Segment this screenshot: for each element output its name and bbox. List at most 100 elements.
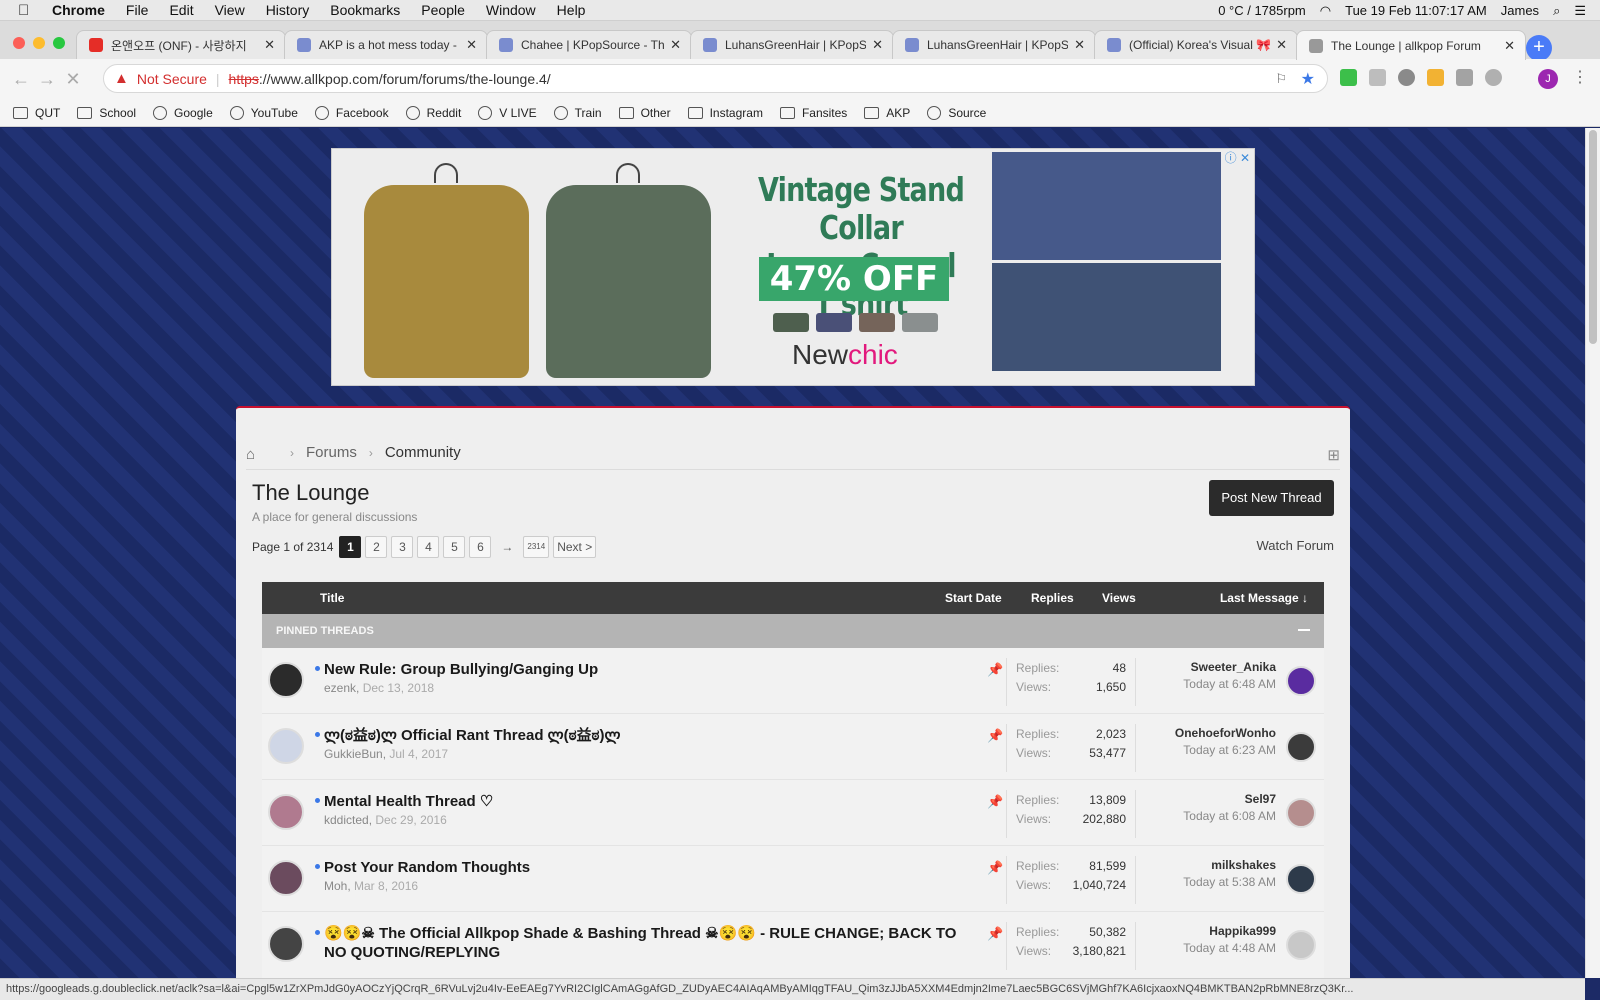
new-tab-button[interactable]: + [1526, 35, 1552, 61]
page-number[interactable]: 5 [443, 536, 466, 558]
last-message-time[interactable]: Today at 5:38 AM [1183, 875, 1276, 889]
last-poster-avatar[interactable] [1286, 798, 1316, 828]
column-replies[interactable]: Replies [1031, 591, 1074, 605]
bookmark-item[interactable]: Source [927, 105, 986, 120]
notification-center-icon[interactable]: ☰ [1574, 3, 1586, 19]
spotlight-icon[interactable]: ⌕ [1553, 3, 1560, 19]
thread-date[interactable]: Dec 29, 2016 [375, 813, 446, 827]
bookmark-item[interactable]: Reddit [405, 105, 461, 120]
menu-edit[interactable]: Edit [169, 2, 193, 18]
extension-green-icon[interactable] [1340, 69, 1357, 86]
column-last-message[interactable]: Last Message ↓ [1220, 591, 1308, 605]
user-name[interactable]: James [1501, 3, 1539, 18]
thread-date[interactable]: Dec 13, 2018 [363, 681, 434, 695]
sitemap-icon[interactable]: ⊞ [1327, 446, 1340, 464]
last-message-user[interactable]: Sel97 [1183, 792, 1276, 806]
forward-icon[interactable]: → [34, 69, 60, 90]
close-window-button[interactable] [13, 37, 25, 49]
close-tab-icon[interactable]: ✕ [1074, 37, 1085, 53]
extension-puzzle-icon[interactable] [1369, 69, 1386, 86]
close-tab-icon[interactable]: ✕ [872, 37, 883, 53]
bookmark-item[interactable]: YouTube [229, 105, 298, 120]
bookmark-item[interactable]: QUT [13, 106, 60, 120]
thread-author[interactable]: Moh [324, 879, 347, 893]
page-number[interactable]: 3 [391, 536, 414, 558]
breadcrumb-community[interactable]: Community [385, 444, 461, 461]
menu-people[interactable]: People [421, 2, 465, 18]
address-bar[interactable]: ▲ Not Secure | https ://www.allkpop.com/… [103, 64, 1328, 93]
thread-row[interactable]: ლ(ಠ益ಠ)ლ Official Rant Thread ლ(ಠ益ಠ)ლ Gukk… [262, 714, 1324, 780]
close-tab-icon[interactable]: ✕ [1504, 38, 1515, 54]
bookmark-item[interactable]: Facebook [314, 105, 389, 120]
menu-history[interactable]: History [266, 2, 310, 18]
thread-title[interactable]: New Rule: Group Bullying/Ganging Up [324, 660, 964, 679]
last-message-user[interactable]: milkshakes [1183, 858, 1276, 872]
browser-tab[interactable]: 온앤오프 (ONF) - 사랑하지 ✕ [76, 30, 286, 59]
bookmark-item[interactable]: Other [618, 106, 671, 120]
adblock-plus-icon[interactable] [1485, 69, 1502, 86]
ad-close-icon[interactable]: ⓘ ✕ [1225, 149, 1250, 166]
back-icon[interactable]: ← [8, 69, 34, 90]
next-page-button[interactable]: Next > [553, 536, 597, 558]
last-poster-avatar[interactable] [1286, 864, 1316, 894]
scrollbar-thumb[interactable] [1589, 130, 1597, 344]
bookmark-item[interactable]: V LIVE [478, 105, 537, 120]
bookmark-star-icon[interactable]: ★ [1301, 69, 1315, 89]
last-message-user[interactable]: OnehoeforWonho [1175, 726, 1276, 740]
page-jump-arrow-icon[interactable]: → [501, 540, 513, 554]
profile-avatar[interactable]: J [1538, 69, 1558, 89]
browser-tab[interactable]: AKP is a hot mess today - K ✕ [284, 30, 488, 59]
close-tab-icon[interactable]: ✕ [1276, 37, 1287, 53]
bookmark-item[interactable]: Train [553, 105, 602, 120]
thread-author[interactable]: ezenk [324, 681, 356, 695]
thread-title[interactable]: Post Your Random Thoughts [324, 858, 964, 877]
author-avatar[interactable] [268, 794, 304, 830]
last-message-time[interactable]: Today at 6:48 AM [1183, 677, 1276, 691]
zoom-window-button[interactable] [53, 37, 65, 49]
thread-date[interactable]: Jul 4, 2017 [389, 747, 448, 761]
bookmark-item[interactable]: Fansites [779, 106, 847, 120]
wifi-icon[interactable]: ◠ [1320, 3, 1331, 19]
author-avatar[interactable] [268, 728, 304, 764]
browser-tab[interactable]: (Official) Korea's Visual 🎀 ✕ [1094, 30, 1298, 59]
browser-menu-icon[interactable]: ⋮ [1572, 67, 1588, 87]
last-message-user[interactable]: Happika999 [1183, 924, 1276, 938]
menu-window[interactable]: Window [486, 2, 536, 18]
thread-row[interactable]: 😵😵☠ The Official Allkpop Shade & Bashing… [262, 912, 1324, 978]
author-avatar[interactable] [268, 860, 304, 896]
watch-forum-link[interactable]: Watch Forum [1256, 538, 1334, 553]
page-number[interactable]: 6 [469, 536, 492, 558]
last-poster-avatar[interactable] [1286, 930, 1316, 960]
column-title[interactable]: Title [320, 591, 344, 605]
thread-row[interactable]: New Rule: Group Bullying/Ganging Up ezenk… [262, 648, 1324, 714]
column-start-date[interactable]: Start Date [945, 591, 1002, 605]
breadcrumb-forums[interactable]: Forums [306, 444, 357, 461]
page-number[interactable]: 1 [339, 536, 362, 558]
page-scrollbar[interactable] [1585, 128, 1600, 978]
author-avatar[interactable] [268, 662, 304, 698]
not-secure-label[interactable]: Not Secure [137, 71, 207, 87]
collapse-icon[interactable] [1298, 629, 1310, 631]
menu-bookmarks[interactable]: Bookmarks [330, 2, 400, 18]
browser-tab[interactable]: LuhansGreenHair | KPopSo ✕ [892, 30, 1096, 59]
author-avatar[interactable] [268, 926, 304, 962]
last-message-time[interactable]: Today at 4:48 AM [1183, 941, 1276, 955]
page-number[interactable]: 2 [365, 536, 388, 558]
bookmark-item[interactable]: Google [153, 105, 213, 120]
thread-row[interactable]: Post Your Random Thoughts Moh, Mar 8, 201… [262, 846, 1324, 912]
thread-date[interactable]: Mar 8, 2016 [354, 879, 418, 893]
extension-x-icon[interactable] [1398, 69, 1415, 86]
menu-file[interactable]: File [126, 2, 149, 18]
stop-loading-icon[interactable]: ✕ [60, 69, 86, 90]
apple-icon[interactable]:  [18, 2, 38, 19]
minimize-window-button[interactable] [33, 37, 45, 49]
last-message-user[interactable]: Sweeter_Anika [1183, 660, 1276, 674]
close-tab-icon[interactable]: ✕ [466, 37, 477, 53]
extension-color-icon[interactable] [1427, 69, 1444, 86]
browser-tab[interactable]: Chahee | KPopSource - Th ✕ [486, 30, 692, 59]
menu-view[interactable]: View [215, 2, 245, 18]
thread-author[interactable]: kddicted [324, 813, 369, 827]
browser-tab[interactable]: LuhansGreenHair | KPopSo ✕ [690, 30, 894, 59]
close-tab-icon[interactable]: ✕ [670, 37, 681, 53]
browser-tab[interactable]: The Lounge | allkpop Forum ✕ [1296, 30, 1526, 60]
